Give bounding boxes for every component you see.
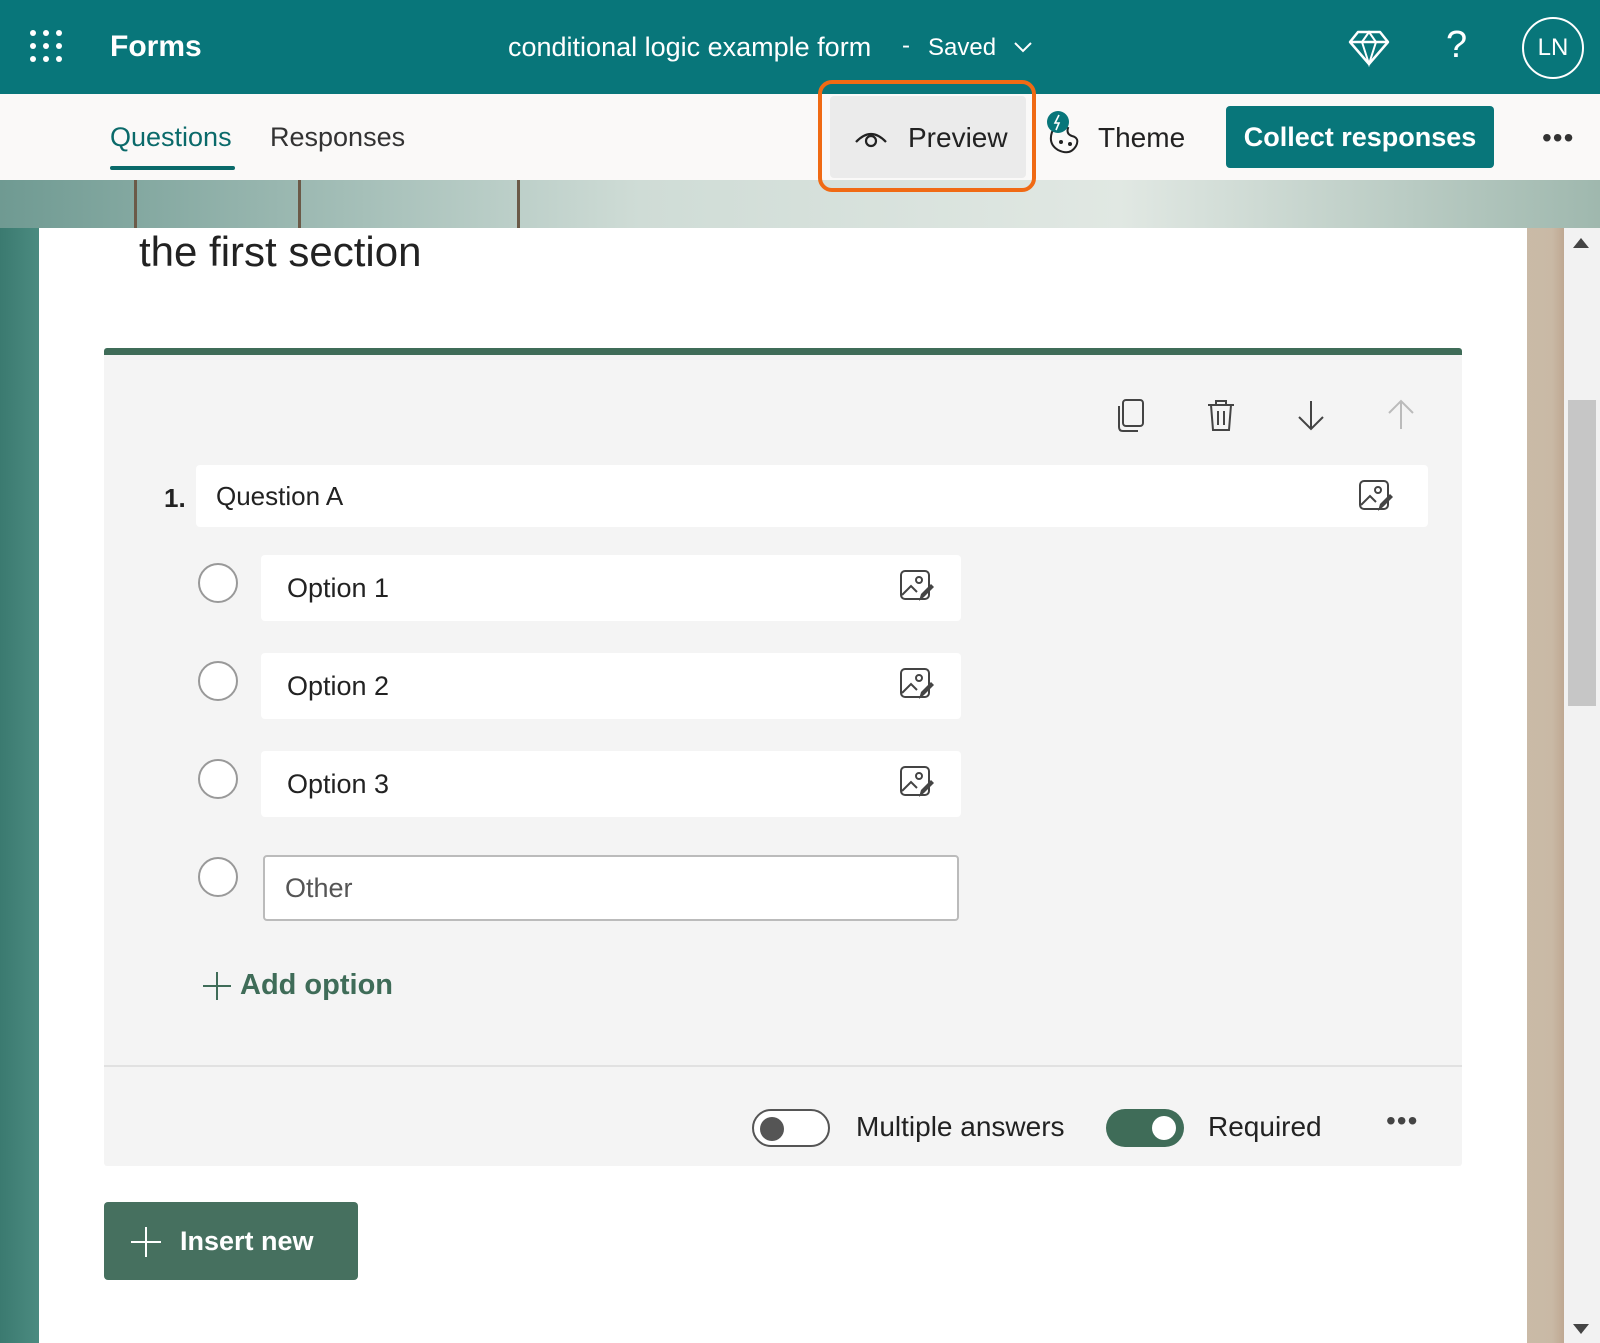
insert-media-icon[interactable] bbox=[899, 569, 935, 603]
delete-icon[interactable] bbox=[1204, 397, 1238, 433]
eye-icon bbox=[855, 132, 887, 148]
option-radio[interactable] bbox=[198, 759, 238, 799]
section-title[interactable]: the first section bbox=[139, 228, 421, 276]
app-name[interactable]: Forms bbox=[110, 30, 202, 64]
arrow-up-icon bbox=[1388, 399, 1414, 429]
command-bar: Questions Responses Preview Theme Collec… bbox=[0, 94, 1600, 180]
question-number: 1. bbox=[164, 483, 186, 513]
required-label: Required bbox=[1208, 1111, 1322, 1142]
chevron-down-icon[interactable] bbox=[1012, 36, 1034, 58]
option-label: Option 3 bbox=[287, 769, 390, 799]
scroll-up-arrow-icon[interactable] bbox=[1573, 238, 1589, 248]
form-title[interactable]: conditional logic example form bbox=[508, 32, 871, 63]
option-label: Option 1 bbox=[287, 573, 390, 603]
preview-button[interactable]: Preview bbox=[830, 96, 1026, 178]
other-option-input[interactable] bbox=[263, 855, 959, 921]
collect-responses-button[interactable]: Collect responses bbox=[1226, 106, 1494, 168]
scroll-down-arrow-icon[interactable] bbox=[1573, 1324, 1589, 1334]
option-radio[interactable] bbox=[198, 563, 238, 603]
scroll-thumb[interactable] bbox=[1568, 400, 1596, 706]
help-icon[interactable]: ? bbox=[1446, 24, 1467, 67]
copy-icon[interactable] bbox=[1114, 397, 1148, 433]
save-status: Saved bbox=[928, 34, 997, 61]
option-radio[interactable] bbox=[198, 661, 238, 701]
palette-icon bbox=[1047, 111, 1079, 154]
required-toggle[interactable] bbox=[1106, 1109, 1184, 1147]
option-field[interactable]: Option 2 bbox=[261, 653, 961, 719]
insert-media-icon[interactable] bbox=[1358, 479, 1394, 513]
question-title: Question A bbox=[216, 481, 344, 511]
option-field[interactable]: Option 3 bbox=[261, 751, 961, 817]
option-radio[interactable] bbox=[198, 857, 238, 897]
multiple-answers-label: Multiple answers bbox=[856, 1111, 1065, 1142]
background-decor bbox=[517, 180, 520, 228]
active-tab-indicator bbox=[110, 166, 235, 170]
theme-label: Theme bbox=[1098, 122, 1186, 153]
option-label: Option 2 bbox=[287, 671, 390, 701]
insert-media-icon[interactable] bbox=[899, 765, 935, 799]
avatar[interactable]: LN bbox=[1522, 17, 1584, 79]
preview-label: Preview bbox=[908, 122, 1008, 153]
insert-media-icon[interactable] bbox=[899, 667, 935, 701]
theme-button[interactable]: Theme bbox=[1040, 104, 1190, 168]
tab-questions[interactable]: Questions bbox=[110, 122, 232, 153]
question-card[interactable]: 1. Question A Option 1 Option 2 Option 3… bbox=[104, 348, 1462, 1166]
form-canvas: the first section 1. Question A Option 1… bbox=[39, 228, 1527, 1343]
theme-background-top bbox=[0, 180, 1600, 228]
diamond-icon[interactable] bbox=[1348, 28, 1390, 68]
divider bbox=[104, 1065, 1462, 1067]
plus-icon bbox=[203, 972, 231, 1000]
insert-new-button[interactable]: Insert new bbox=[104, 1202, 358, 1280]
multiple-answers-toggle[interactable] bbox=[752, 1109, 830, 1147]
option-field[interactable]: Option 1 bbox=[261, 555, 961, 621]
plus-icon bbox=[131, 1227, 161, 1257]
arrow-down-icon[interactable] bbox=[1294, 397, 1328, 433]
insert-new-label: Insert new bbox=[180, 1226, 314, 1256]
background-decor bbox=[298, 180, 301, 228]
scrollbar[interactable] bbox=[1564, 228, 1600, 1343]
top-bar: Forms conditional logic example form - S… bbox=[0, 0, 1600, 94]
more-options-icon[interactable]: ••• bbox=[1542, 122, 1574, 154]
tab-responses[interactable]: Responses bbox=[270, 122, 405, 153]
add-option-label: Add option bbox=[240, 969, 394, 1001]
waffle-icon[interactable] bbox=[30, 30, 62, 62]
title-separator: - bbox=[902, 32, 910, 59]
background-decor bbox=[134, 180, 137, 228]
question-title-field[interactable]: Question A bbox=[196, 465, 1428, 527]
question-more-icon[interactable]: ••• bbox=[1386, 1105, 1418, 1137]
